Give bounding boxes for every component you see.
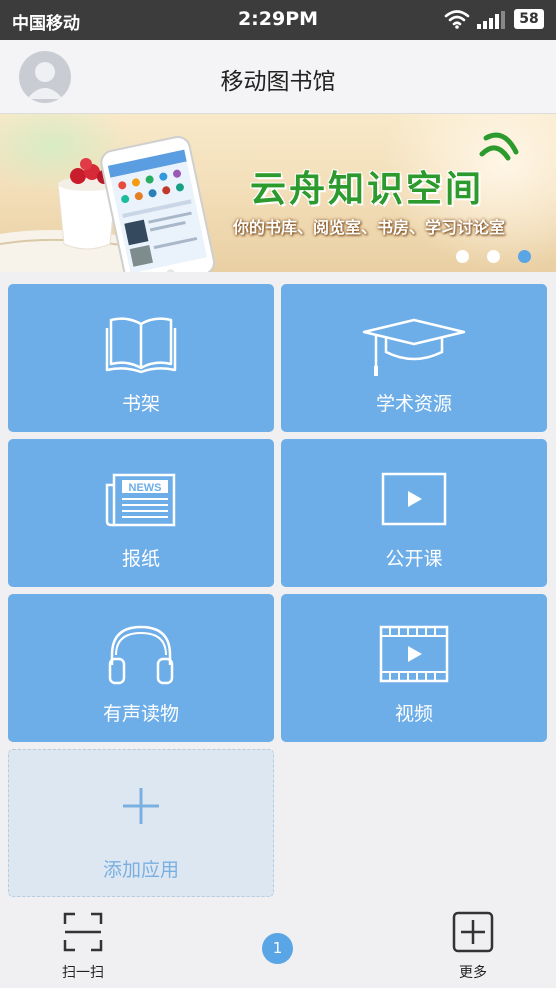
- tile-label: 有声读物: [102, 703, 179, 725]
- tile-academic-resources[interactable]: 学术资源: [281, 284, 547, 432]
- tile-label: 学术资源: [375, 393, 452, 415]
- add-box-icon: [452, 911, 494, 953]
- notification-badge[interactable]: 1: [262, 933, 293, 964]
- add-app-label: 添加应用: [102, 859, 179, 881]
- battery-indicator: 58: [514, 9, 544, 29]
- graduation-cap-icon: [362, 318, 466, 376]
- add-app-tile[interactable]: 添加应用: [8, 749, 274, 897]
- tile-video[interactable]: 视频: [281, 594, 547, 742]
- more-label: 更多: [459, 965, 487, 981]
- scan-button[interactable]: 扫一扫: [58, 910, 108, 982]
- tile-open-course[interactable]: 公开课: [281, 439, 547, 587]
- tile-bookshelf[interactable]: 书架: [8, 284, 274, 432]
- carousel-dot-2[interactable]: [487, 250, 500, 263]
- tile-newspaper[interactable]: NEWS 报纸: [8, 439, 274, 587]
- tile-audiobooks[interactable]: 有声读物: [8, 594, 274, 742]
- wifi-icon: [444, 10, 470, 29]
- plus-icon: [123, 788, 159, 824]
- svg-text:NEWS: NEWS: [129, 482, 162, 494]
- play-icon: [381, 472, 447, 526]
- tile-label: 报纸: [121, 548, 160, 570]
- carousel-dot-1[interactable]: [456, 250, 469, 263]
- status-bar: 中国移动 2:29PM 58: [0, 0, 556, 40]
- more-button[interactable]: 更多: [448, 910, 498, 982]
- tile-label: 视频: [394, 703, 433, 725]
- promo-banner[interactable]: 云舟知识空间 你的书库、阅览室、书房、学习讨论室: [0, 114, 556, 272]
- newspaper-icon: NEWS: [105, 473, 176, 527]
- scan-icon: [63, 912, 103, 952]
- carousel-dot-3-active[interactable]: [518, 250, 531, 263]
- book-icon: [105, 317, 177, 374]
- banner-subline: 你的书库、阅览室、书房、学习讨论室: [233, 218, 506, 237]
- tile-label: 书架: [121, 393, 160, 415]
- banner-headline: 云舟知识空间: [250, 169, 485, 210]
- headphones-icon: [108, 625, 174, 685]
- app-header: 移动图书馆: [0, 40, 556, 114]
- signal-icon: [477, 11, 505, 29]
- status-time: 2:29PM: [237, 8, 319, 30]
- tile-label: 公开课: [385, 548, 443, 570]
- page-title: 移动图书馆: [220, 69, 336, 95]
- film-icon: [379, 625, 449, 683]
- scan-label: 扫一扫: [62, 965, 104, 981]
